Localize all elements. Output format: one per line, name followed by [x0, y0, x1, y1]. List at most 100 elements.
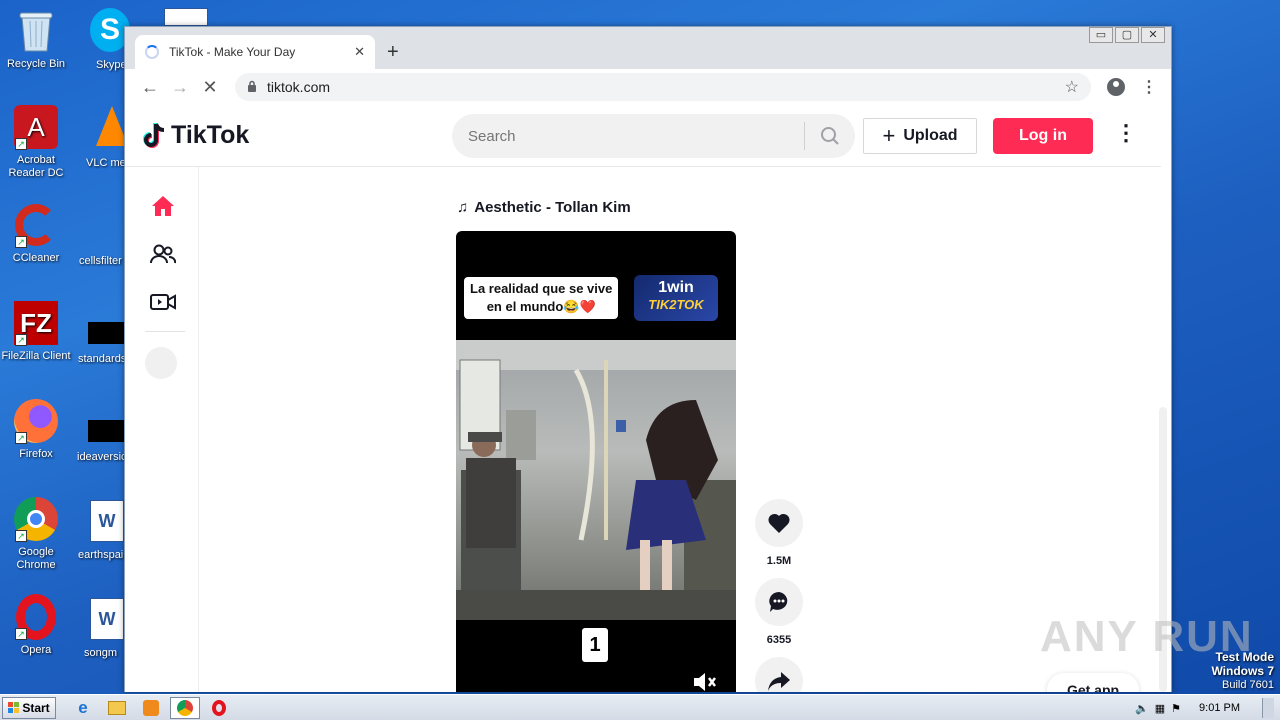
desktop-label-cellsfilter: cellsfilter	[79, 255, 122, 267]
desktop-icon-opera[interactable]: ↗ Opera	[0, 594, 74, 657]
close-tab-icon[interactable]: ✕	[354, 44, 365, 60]
desktop-icon-document[interactable]	[164, 8, 208, 26]
tiktok-logo-text: TikTok	[171, 121, 250, 149]
acrobat-icon: A ↗	[13, 104, 59, 150]
taskbar-explorer-icon[interactable]	[102, 697, 132, 719]
shortcut-arrow-icon: ↗	[15, 432, 27, 444]
taskbar: Start e 🔈 ▦ ⚑ 9:01 PM	[0, 694, 1280, 720]
comment-button[interactable]	[755, 578, 803, 626]
search-icon	[821, 127, 839, 145]
get-app-button[interactable]: Get app	[1047, 673, 1139, 692]
share-button[interactable]	[755, 657, 803, 692]
shortcut-arrow-icon: ↗	[15, 236, 27, 248]
lock-icon[interactable]	[247, 80, 257, 95]
heart-icon	[768, 513, 790, 533]
desktop-icon-songm[interactable]: W	[90, 598, 124, 640]
volume-icon[interactable]: 🔈	[1135, 702, 1149, 715]
video-caption-line1: La realidad que se vive	[470, 281, 613, 296]
desktop-label-songm: songm	[84, 647, 118, 659]
desktop-icon-earthspai[interactable]: W	[90, 500, 124, 542]
taskbar-media-player-icon[interactable]	[136, 697, 166, 719]
desktop-icon-standards[interactable]	[88, 322, 124, 344]
start-label: Start	[22, 700, 50, 715]
desktop-icon-label: Opera	[20, 644, 52, 656]
shortcut-arrow-icon: ↗	[15, 530, 27, 542]
like-button[interactable]	[755, 499, 803, 547]
video-player[interactable]: La realidad que se vive en el mundo😂❤️ 1…	[456, 231, 736, 692]
address-bar[interactable]: tiktok.com ☆	[235, 73, 1091, 101]
taskbar-chrome-icon[interactable]	[170, 696, 200, 719]
search-box	[452, 114, 855, 158]
profile-icon[interactable]	[1107, 78, 1125, 96]
desktop-icon-acrobat[interactable]: A ↗ Acrobat Reader DC	[0, 104, 74, 180]
search-input[interactable]	[452, 127, 804, 145]
tiktok-logo[interactable]: TikTok	[143, 121, 249, 150]
video-frame	[456, 340, 736, 620]
sidebar-divider	[145, 331, 185, 332]
plus-icon: +	[882, 123, 896, 148]
back-arrow-icon[interactable]: ←	[135, 77, 165, 98]
following-icon	[150, 244, 176, 264]
stop-loading-icon[interactable]: ✕	[195, 77, 225, 98]
video-sponsor-badge: 1win TIK2TOK	[634, 275, 718, 321]
desktop-icon-label: Firefox	[19, 448, 53, 460]
desktop-icon-chrome[interactable]: ↗ Google Chrome	[0, 496, 74, 572]
share-arrow-icon	[768, 672, 790, 691]
shortcut-arrow-icon: ↗	[15, 334, 27, 346]
home-icon	[152, 196, 174, 216]
taskbar-opera-icon[interactable]	[204, 697, 234, 719]
volume-muted-icon	[694, 673, 716, 691]
desktop-icon-ccleaner[interactable]: ↗ CCleaner	[0, 202, 74, 265]
more-options-icon[interactable]: ⋮	[1115, 120, 1137, 146]
browser-toolbar: ← → ✕ tiktok.com ☆ ⋮	[125, 69, 1171, 105]
login-button[interactable]: Log in	[993, 118, 1093, 154]
opera-icon: ↗	[13, 594, 59, 640]
live-video-icon	[150, 294, 176, 310]
start-button[interactable]: Start	[2, 696, 56, 719]
chrome-menu-icon[interactable]: ⋮	[1141, 77, 1157, 97]
sidebar-item-following[interactable]	[150, 241, 176, 267]
desktop-icon-recycle-bin[interactable]: Recycle Bin	[0, 8, 74, 71]
video-caption-overlay: La realidad que se vive en el mundo😂❤️	[464, 277, 619, 319]
search-button[interactable]	[805, 126, 855, 146]
action-center-flag-icon[interactable]: ⚑	[1171, 702, 1181, 715]
desktop-label-earthspai: earthspai	[78, 549, 124, 561]
video-badge-line1: 1win	[658, 279, 694, 296]
music-title[interactable]: ♫ Aesthetic - Tollan Kim	[457, 199, 631, 216]
firefox-icon: ↗	[13, 398, 59, 444]
chrome-window: ▭ ▢ ✕ TikTok - Make Your Day ✕ + ← → ✕ t…	[124, 26, 1172, 692]
forward-arrow-icon[interactable]: →	[165, 77, 195, 98]
system-tray: 🔈 ▦ ⚑ 9:01 PM	[1135, 695, 1280, 720]
share-action: 6584	[755, 657, 803, 692]
sidebar-item-live[interactable]	[150, 289, 176, 315]
show-desktop-button[interactable]	[1262, 698, 1274, 718]
desktop-icon-firefox[interactable]: ↗ Firefox	[0, 398, 74, 461]
desktop-icon-filezilla[interactable]: FZ ↗ FileZilla Client	[0, 300, 74, 363]
bookmark-star-icon[interactable]: ☆	[1065, 77, 1079, 97]
desktop-icon-label: FileZilla Client	[1, 350, 71, 362]
filezilla-icon: FZ ↗	[13, 300, 59, 346]
ccleaner-icon: ↗	[13, 202, 59, 248]
sidebar-nav	[125, 167, 199, 692]
recycle-bin-icon	[13, 8, 59, 54]
anyrun-watermark: ANY RUN	[1040, 612, 1254, 661]
shortcut-arrow-icon: ↗	[15, 138, 27, 150]
like-count: 1.5M	[766, 555, 792, 567]
like-action: 1.5M	[755, 499, 803, 567]
sidebar-avatar-placeholder[interactable]	[145, 347, 177, 379]
video-counter-overlay: 1	[582, 628, 608, 662]
windows-logo-icon	[8, 702, 20, 713]
desktop-icon-ideaversic[interactable]	[88, 420, 124, 442]
network-icon[interactable]: ▦	[1155, 702, 1165, 715]
tab-strip: TikTok - Make Your Day ✕ +	[125, 35, 1171, 69]
upload-button[interactable]: + Upload	[863, 118, 977, 154]
new-tab-button[interactable]: +	[387, 41, 399, 64]
sidebar-item-home[interactable]	[150, 193, 176, 219]
mute-button[interactable]	[692, 671, 718, 692]
tab-tiktok[interactable]: TikTok - Make Your Day ✕	[135, 35, 375, 69]
taskbar-clock[interactable]: 9:01 PM	[1199, 702, 1240, 714]
shortcut-arrow-icon: ↗	[15, 628, 27, 640]
chrome-icon: ↗	[13, 496, 59, 542]
url-text[interactable]: tiktok.com	[267, 79, 1065, 95]
taskbar-ie-icon[interactable]: e	[68, 697, 98, 719]
